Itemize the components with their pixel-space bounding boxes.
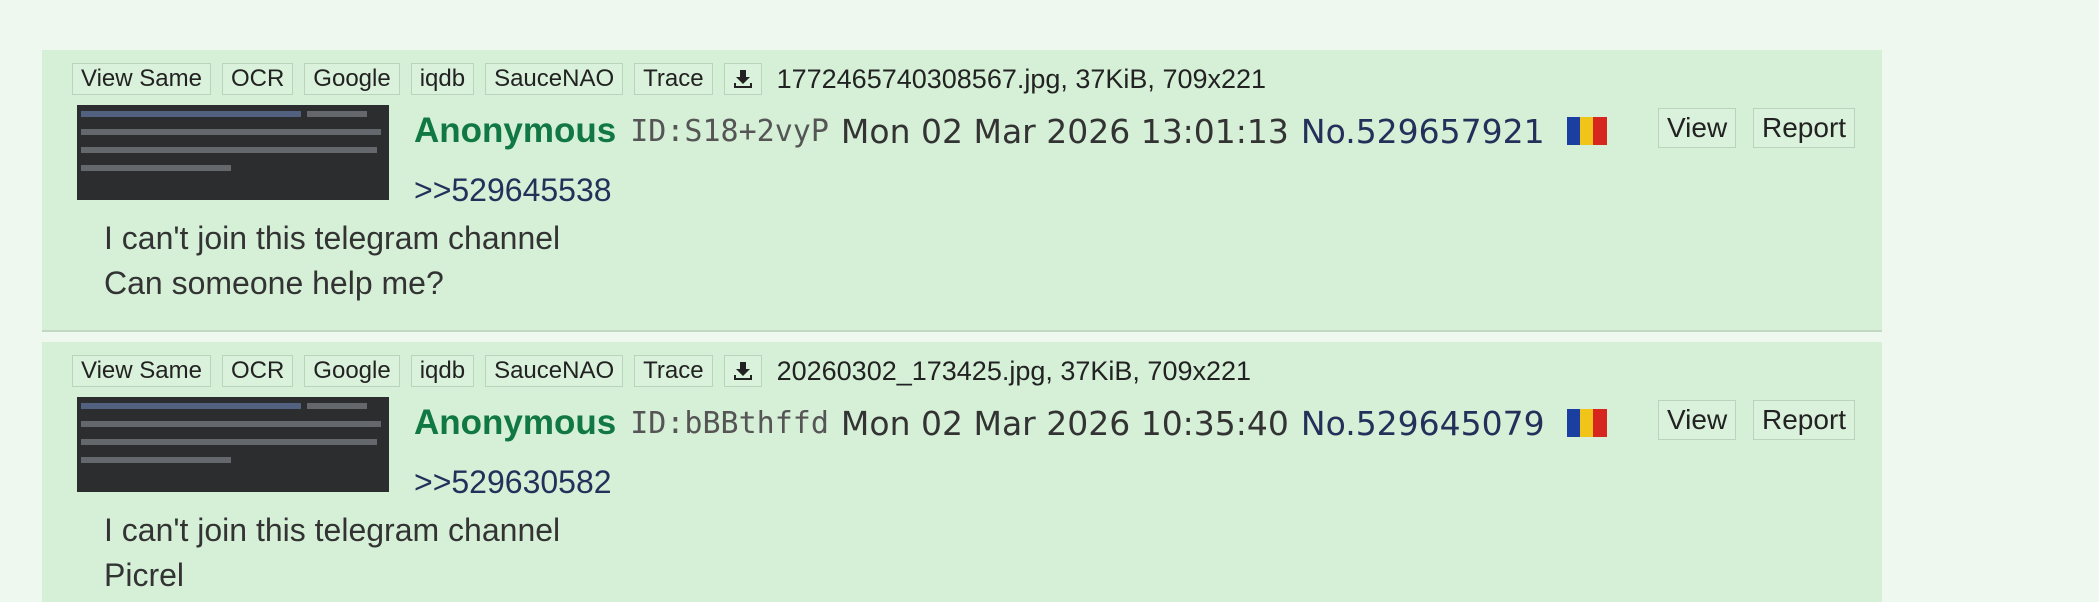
post-datetime: Mon 02 Mar 2026 13:01:13 xyxy=(840,111,1289,151)
saucenao-button[interactable]: SauceNAO xyxy=(485,63,624,95)
download-icon xyxy=(733,70,752,88)
iqdb-button[interactable]: iqdb xyxy=(410,63,475,95)
romania-flag-icon xyxy=(1566,409,1607,437)
image-search-toolbar: View Same OCR Google iqdb SauceNAO Trace… xyxy=(72,62,1266,96)
ocr-button[interactable]: OCR xyxy=(221,63,294,95)
view-button[interactable]: View xyxy=(1658,400,1737,440)
poster-id[interactable]: ID:bBBthffd xyxy=(630,406,829,441)
ocr-button[interactable]: OCR xyxy=(221,355,294,387)
download-button[interactable] xyxy=(723,63,762,95)
poster-name: Anonymous xyxy=(414,111,617,150)
post-body: I can't join this telegram channel Picre… xyxy=(104,508,560,598)
trace-button[interactable]: Trace xyxy=(634,355,713,387)
google-button[interactable]: Google xyxy=(304,63,400,95)
view-same-button[interactable]: View Same xyxy=(72,63,211,95)
post-header: Anonymous ID:S18+2vyP Mon 02 Mar 2026 13… xyxy=(414,108,1607,154)
trace-button[interactable]: Trace xyxy=(634,63,713,95)
post-thumbnail[interactable] xyxy=(77,397,389,492)
post: View Same OCR Google iqdb SauceNAO Trace… xyxy=(42,342,1882,602)
download-button[interactable] xyxy=(723,355,762,387)
file-info[interactable]: 1772465740308567.jpg, 37KiB, 709x221 xyxy=(777,64,1266,95)
image-search-toolbar: View Same OCR Google iqdb SauceNAO Trace… xyxy=(72,354,1251,388)
post: View Same OCR Google iqdb SauceNAO Trace… xyxy=(42,50,1882,332)
google-button[interactable]: Google xyxy=(304,355,400,387)
iqdb-button[interactable]: iqdb xyxy=(410,355,475,387)
post-line: Can someone help me? xyxy=(104,265,444,301)
post-line: I can't join this telegram channel xyxy=(104,512,561,548)
poster-name: Anonymous xyxy=(414,403,617,442)
file-info[interactable]: 20260302_173425.jpg, 37KiB, 709x221 xyxy=(777,356,1251,387)
quote-link[interactable]: >>529630582 xyxy=(414,464,612,501)
post-datetime: Mon 02 Mar 2026 10:35:40 xyxy=(840,403,1289,443)
report-button[interactable]: Report xyxy=(1753,108,1856,148)
romania-flag-icon xyxy=(1566,117,1607,145)
quote-link[interactable]: >>529645538 xyxy=(414,172,612,209)
saucenao-button[interactable]: SauceNAO xyxy=(485,355,624,387)
poster-id[interactable]: ID:S18+2vyP xyxy=(630,114,829,149)
post-thumbnail[interactable] xyxy=(77,105,389,200)
post-number[interactable]: No.529657921 xyxy=(1301,112,1545,151)
post-body: I can't join this telegram channel Can s… xyxy=(104,216,560,306)
download-icon xyxy=(733,362,752,380)
view-button[interactable]: View xyxy=(1658,108,1737,148)
post-header: Anonymous ID:bBBthffd Mon 02 Mar 2026 10… xyxy=(414,400,1607,446)
post-line: Picrel xyxy=(104,557,185,593)
view-same-button[interactable]: View Same xyxy=(72,355,211,387)
report-button[interactable]: Report xyxy=(1753,400,1856,440)
post-number[interactable]: No.529645079 xyxy=(1301,404,1545,443)
post-line: I can't join this telegram channel xyxy=(104,220,561,256)
